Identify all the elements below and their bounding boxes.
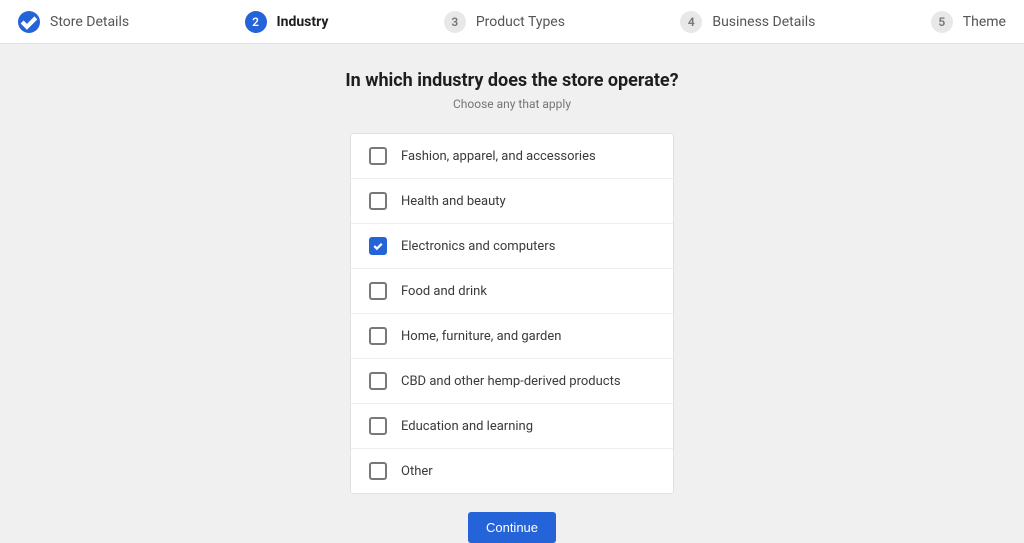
step-industry[interactable]: 2 Industry (245, 11, 329, 33)
checkbox-icon[interactable] (369, 282, 387, 300)
option-label: Education and learning (401, 419, 533, 434)
option-label: Other (401, 464, 433, 479)
checkbox-icon[interactable] (369, 327, 387, 345)
main-content: In which industry does the store operate… (0, 44, 1024, 543)
page-subtitle: Choose any that apply (453, 97, 571, 111)
option-label: Electronics and computers (401, 239, 555, 254)
step-number-icon: 3 (444, 11, 466, 33)
step-number-icon: 4 (680, 11, 702, 33)
option-other[interactable]: Other (351, 449, 673, 493)
step-number-icon: 2 (245, 11, 267, 33)
step-label: Store Details (50, 14, 129, 30)
option-fashion[interactable]: Fashion, apparel, and accessories (351, 134, 673, 179)
checkbox-icon[interactable] (369, 372, 387, 390)
checkbox-icon[interactable] (369, 192, 387, 210)
industry-options-card: Fashion, apparel, and accessories Health… (350, 133, 674, 494)
checkbox-icon[interactable] (369, 147, 387, 165)
option-label: Food and drink (401, 284, 487, 299)
option-label: Health and beauty (401, 194, 506, 209)
option-label: Home, furniture, and garden (401, 329, 561, 344)
step-number-icon: 5 (931, 11, 953, 33)
step-label: Product Types (476, 14, 565, 30)
checkbox-icon[interactable] (369, 417, 387, 435)
step-business-details[interactable]: 4 Business Details (680, 11, 815, 33)
page-title: In which industry does the store operate… (345, 70, 678, 91)
option-label: Fashion, apparel, and accessories (401, 149, 596, 164)
step-store-details[interactable]: Store Details (18, 11, 129, 33)
option-electronics[interactable]: Electronics and computers (351, 224, 673, 269)
step-label: Industry (277, 14, 329, 30)
option-home-furniture[interactable]: Home, furniture, and garden (351, 314, 673, 359)
step-label: Theme (963, 14, 1006, 30)
step-product-types[interactable]: 3 Product Types (444, 11, 565, 33)
checkbox-icon[interactable] (369, 462, 387, 480)
step-label: Business Details (712, 14, 815, 30)
check-icon (18, 11, 40, 33)
wizard-stepper: Store Details 2 Industry 3 Product Types… (0, 0, 1024, 44)
option-cbd[interactable]: CBD and other hemp-derived products (351, 359, 673, 404)
step-theme[interactable]: 5 Theme (931, 11, 1006, 33)
option-food-drink[interactable]: Food and drink (351, 269, 673, 314)
option-health-beauty[interactable]: Health and beauty (351, 179, 673, 224)
option-education[interactable]: Education and learning (351, 404, 673, 449)
checkbox-icon[interactable] (369, 237, 387, 255)
option-label: CBD and other hemp-derived products (401, 374, 621, 389)
